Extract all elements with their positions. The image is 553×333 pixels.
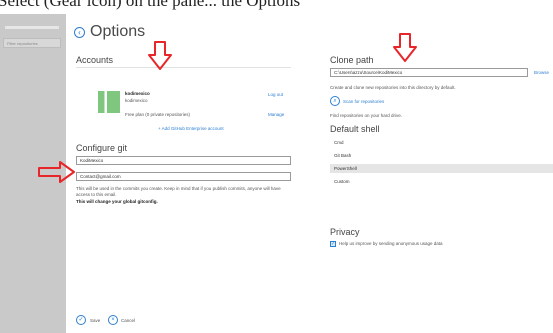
browse-button[interactable]: Browse	[534, 70, 549, 75]
clone-path-field[interactable]: C:\Users\azzu\Source\KodiMexico	[330, 68, 528, 77]
privacy-heading: Privacy	[330, 227, 360, 237]
avatar	[98, 91, 120, 113]
search-icon[interactable]: ⌕	[330, 96, 340, 106]
down-arrow-icon	[393, 33, 417, 62]
cancel-button[interactable]: Cancel	[121, 318, 135, 323]
add-enterprise-account-link[interactable]: + Add GitHub Enterprise account	[158, 126, 224, 131]
back-icon[interactable]: ‹	[74, 27, 85, 38]
divider	[76, 67, 291, 68]
page-title: Options	[90, 23, 146, 40]
logout-link[interactable]: Log out	[268, 92, 283, 97]
shell-option-custom[interactable]: Custom	[330, 177, 553, 186]
account-username: kodimexico	[125, 91, 150, 96]
filter-repositories-input[interactable]: Filter repositories	[3, 38, 61, 48]
cancel-icon[interactable]: ×	[108, 315, 118, 325]
accounts-heading: Accounts	[76, 55, 114, 65]
git-name-field[interactable]: KodiMexico	[76, 156, 291, 165]
configure-git-heading: Configure git	[76, 143, 128, 153]
manage-link[interactable]: Manage	[268, 112, 284, 117]
right-arrow-icon	[38, 161, 75, 183]
privacy-checkbox-label: Help us improve by sending anonymous usa…	[339, 241, 443, 246]
clone-path-description: Create and clone new repositories into t…	[330, 85, 456, 90]
default-shell-heading: Default shell	[330, 124, 380, 134]
clone-path-heading: Clone path	[330, 55, 374, 65]
instruction-text-clipped: Select (Gear icon) on the pane... the Op…	[0, 0, 301, 10]
git-note-bold: This will change your global gitconfig.	[76, 199, 158, 204]
sidebar-header-bar	[5, 26, 59, 29]
shell-option-powershell[interactable]: PowerShell	[330, 164, 553, 173]
save-icon[interactable]: ✓	[76, 315, 86, 325]
account-plan: Free plan (0 private repositories)	[125, 112, 191, 117]
git-email-field[interactable]: Contact@gmail.com	[76, 172, 291, 181]
account-login: kodimexico	[125, 98, 148, 103]
scan-repositories-link[interactable]: Scan for repositories	[343, 99, 384, 104]
shell-option-cmd[interactable]: Cmd	[330, 138, 553, 147]
shell-option-git-bash[interactable]: Git Bash	[330, 151, 553, 160]
down-arrow-icon	[148, 41, 172, 70]
checkmark-icon[interactable]: ✓	[330, 241, 336, 247]
save-button[interactable]: Save	[90, 318, 100, 323]
options-page: ‹ Options Accounts kodimexico kodimexico…	[68, 14, 553, 333]
scan-description: Find repositories on your hard drive.	[330, 113, 403, 118]
git-note: This will be used in the commits you cre…	[76, 186, 281, 197]
